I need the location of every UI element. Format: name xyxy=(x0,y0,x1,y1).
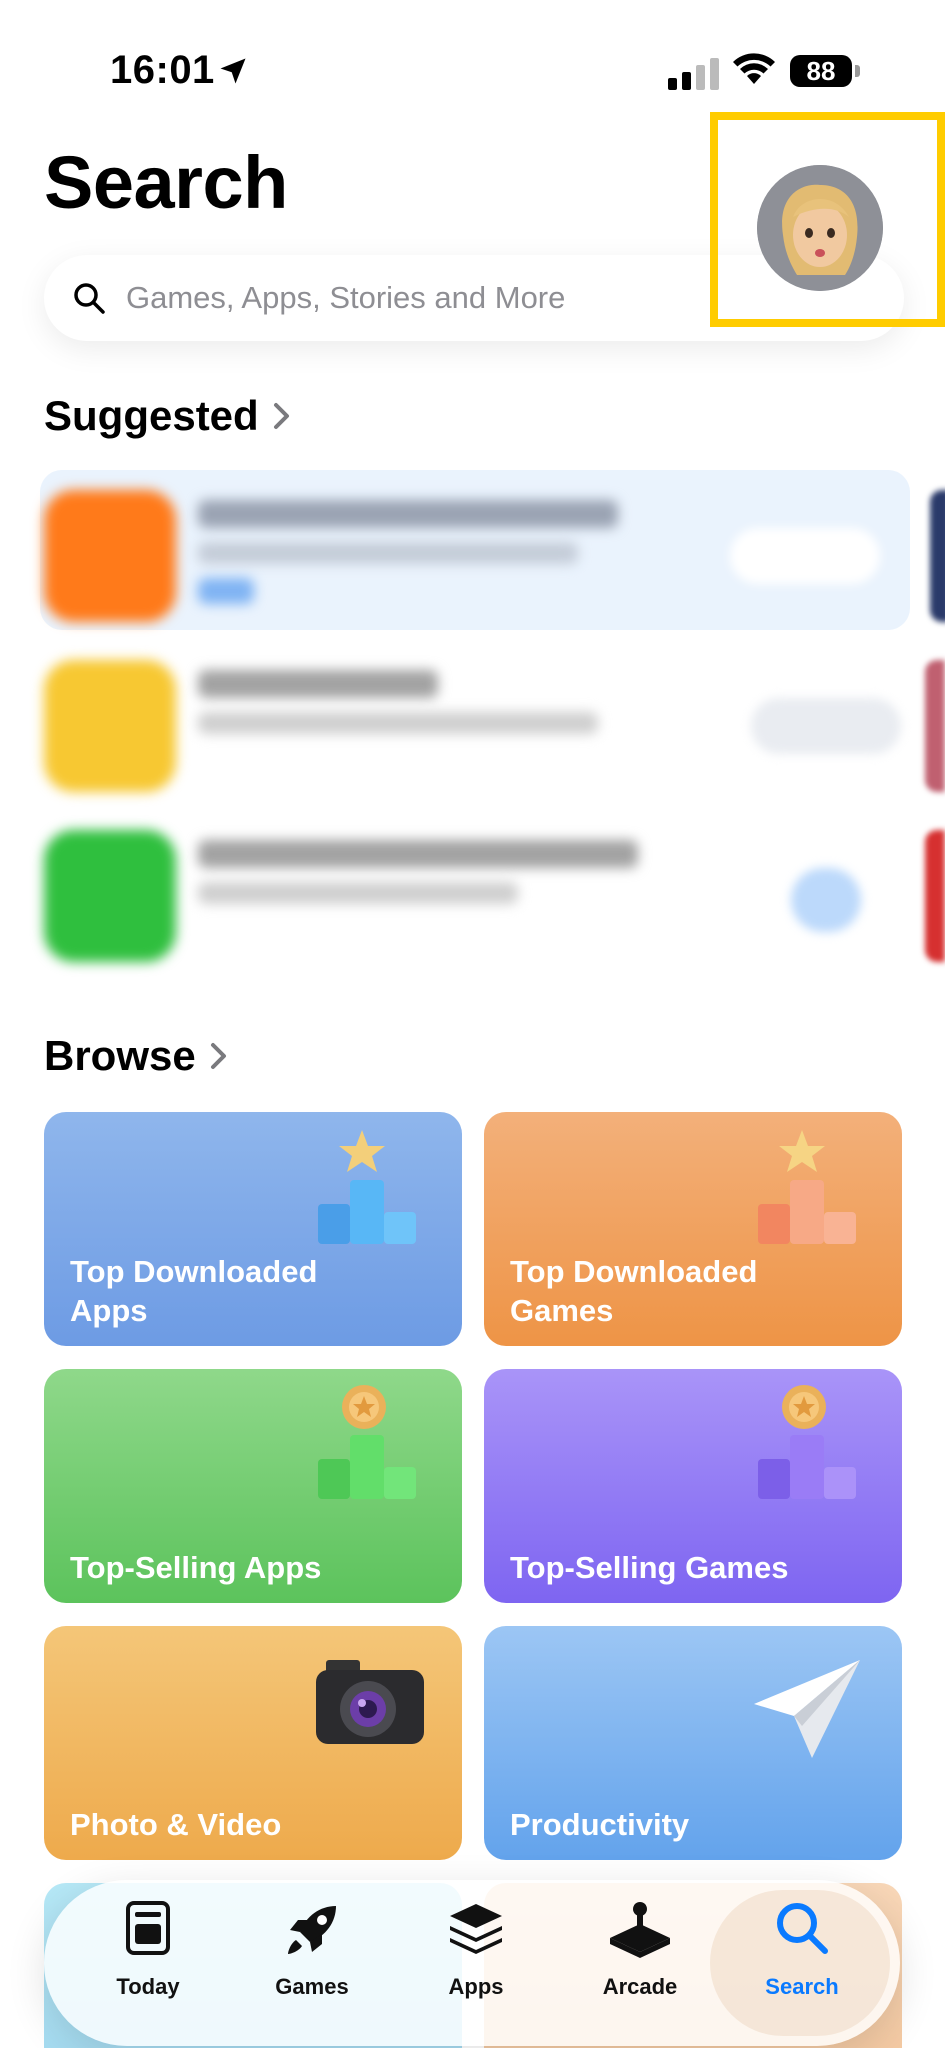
search-icon xyxy=(777,1903,828,1954)
podium-star-icon xyxy=(758,1130,856,1244)
battery-indicator: 88 xyxy=(790,55,852,87)
paper-plane-icon xyxy=(754,1660,860,1758)
wifi-icon xyxy=(733,53,775,84)
suggested-heading[interactable]: Suggested xyxy=(44,392,293,440)
page-title: Search xyxy=(44,141,288,224)
browse-heading-label: Browse xyxy=(44,1032,196,1079)
tab-apps[interactable]: Apps xyxy=(394,1880,558,2046)
tile-top-selling-games[interactable]: Top-Selling Games xyxy=(484,1369,902,1603)
tile-top-downloaded-apps[interactable]: Top Downloaded Apps xyxy=(44,1112,462,1346)
layers-icon xyxy=(450,1904,502,1954)
chevron-right-icon xyxy=(273,403,289,429)
status-time: 16:01 xyxy=(110,48,215,92)
battery-nub xyxy=(855,65,860,77)
tab-bar: Today Games Apps Arcade Search xyxy=(44,1880,900,2048)
next-card-peek xyxy=(925,660,945,792)
tab-label: Search xyxy=(765,1974,839,1999)
app-icon xyxy=(44,660,176,792)
next-card-peek xyxy=(930,490,945,622)
search-icon xyxy=(74,283,105,314)
tile-label: Top Downloaded Apps xyxy=(70,1254,318,1328)
tab-label: Today xyxy=(116,1974,180,1999)
tab-games[interactable]: Games xyxy=(230,1880,394,2046)
browse-heading[interactable]: Browse xyxy=(44,1032,230,1080)
blurred-app-badge xyxy=(198,578,254,604)
blurred-app-subtitle xyxy=(198,542,578,564)
app-icon xyxy=(44,830,176,962)
tile-label: Photo & Video xyxy=(70,1807,282,1842)
podium-coin-icon xyxy=(758,1385,856,1499)
podium-coin-icon xyxy=(318,1385,416,1499)
blurred-update-button[interactable] xyxy=(730,528,880,584)
rocket-icon xyxy=(288,1906,336,1954)
tile-photo-video[interactable]: Photo & Video xyxy=(44,1626,462,1860)
tab-arcade[interactable]: Arcade xyxy=(558,1880,722,2046)
suggested-app-row[interactable] xyxy=(0,640,945,800)
tile-label: Top Downloaded Games xyxy=(510,1254,758,1328)
blurred-app-title xyxy=(198,840,638,868)
memoji-avatar-icon xyxy=(757,165,883,291)
suggested-app-row[interactable] xyxy=(0,810,945,970)
joystick-icon xyxy=(610,1902,670,1958)
account-avatar-button[interactable] xyxy=(757,165,883,291)
suggested-heading-label: Suggested xyxy=(44,392,259,439)
next-card-peek xyxy=(925,830,945,962)
tile-label: Top-Selling Apps xyxy=(70,1550,322,1585)
camera-icon xyxy=(316,1660,424,1744)
suggested-app-row[interactable] xyxy=(40,470,945,630)
tile-top-selling-apps[interactable]: Top-Selling Apps xyxy=(44,1369,462,1603)
location-arrow-icon xyxy=(220,58,246,84)
tab-search[interactable]: Search xyxy=(720,1880,884,2046)
blurred-get-button[interactable] xyxy=(751,698,901,754)
tile-productivity[interactable]: Productivity xyxy=(484,1626,902,1860)
today-icon xyxy=(126,1901,170,1955)
tab-label: Apps xyxy=(448,1974,504,1999)
search-input[interactable] xyxy=(126,280,726,316)
blurred-app-title xyxy=(198,500,618,528)
blurred-app-title xyxy=(198,670,438,698)
tab-label: Arcade xyxy=(602,1974,678,1999)
app-icon xyxy=(44,490,176,622)
tile-label: Productivity xyxy=(510,1807,690,1842)
tile-label: Top-Selling Games xyxy=(510,1550,789,1585)
podium-star-icon xyxy=(318,1130,416,1244)
tab-label: Games xyxy=(275,1974,349,1999)
cellular-signal-icon xyxy=(668,56,719,90)
blurred-app-subtitle xyxy=(198,712,598,734)
blurred-download-button[interactable] xyxy=(791,868,861,932)
tile-top-downloaded-games[interactable]: Top Downloaded Games xyxy=(484,1112,902,1346)
tab-today[interactable]: Today xyxy=(66,1880,230,2046)
blurred-app-subtitle xyxy=(198,882,518,904)
chevron-right-icon xyxy=(210,1043,226,1069)
status-bar: 16:01 88 xyxy=(0,0,945,110)
